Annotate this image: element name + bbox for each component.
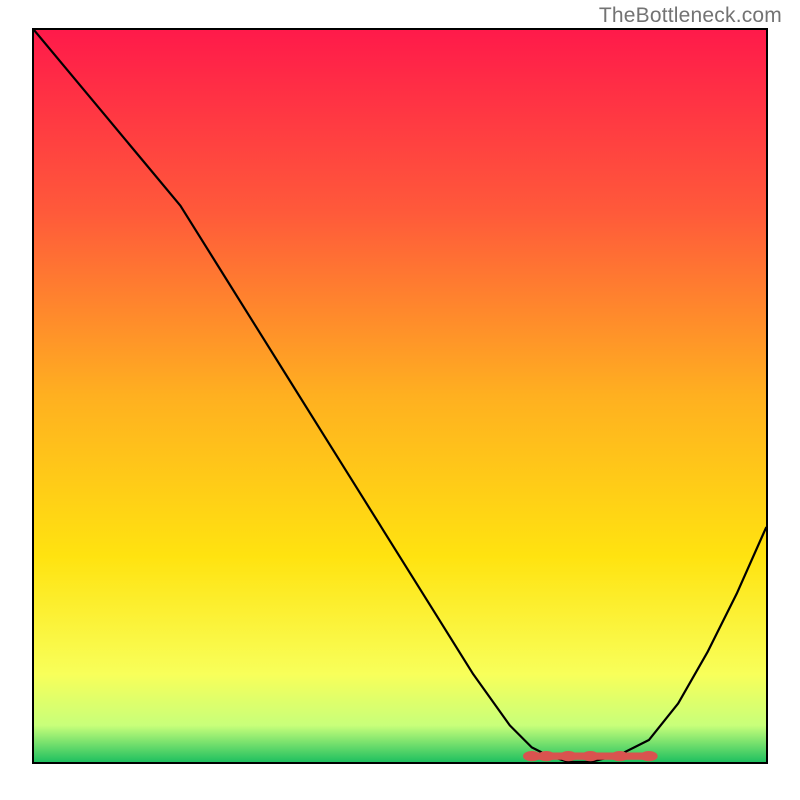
watermark-text: TheBottleneck.com [599,4,782,28]
marker-dot [560,751,578,761]
chart-frame [32,28,768,764]
chart-inner [34,30,766,762]
marker-dot [582,751,600,761]
marker-dot [611,751,629,761]
optimal-markers [523,751,658,761]
chart-svg [34,30,766,762]
marker-dot [640,751,658,761]
gradient-rect [34,30,766,762]
marker-dot [538,751,556,761]
